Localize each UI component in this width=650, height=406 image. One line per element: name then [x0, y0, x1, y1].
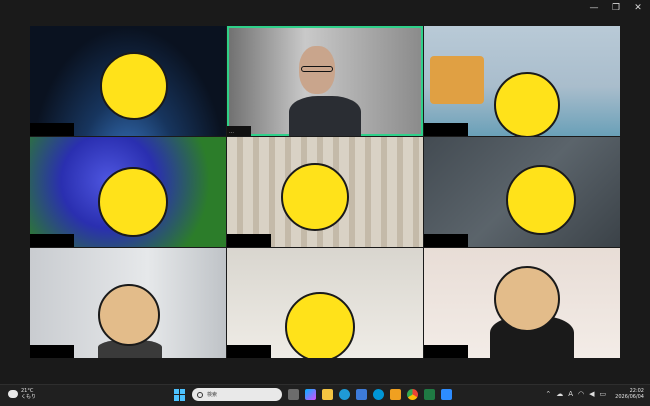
excel-icon[interactable] [424, 389, 435, 400]
search-placeholder: 検索 [207, 392, 218, 398]
copilot-icon[interactable] [305, 389, 316, 400]
smiley-face-overlay [98, 167, 168, 237]
windows-taskbar: 21°C くもり 検索 ⌃ ☁ A ◠ ◀ ▭ 22:02 2026/06/04 [0, 384, 650, 406]
participant-name-bar [30, 345, 74, 358]
start-button[interactable] [174, 388, 186, 401]
video-tile-5[interactable] [227, 137, 423, 247]
window-controls: — ❐ ✕ [586, 2, 646, 14]
smiley-face-overlay [281, 163, 349, 231]
edge-browser-icon[interactable] [339, 389, 350, 400]
participant-name-bar [227, 345, 271, 358]
participant-name-bar [424, 234, 468, 247]
video-tile-8[interactable] [227, 248, 423, 358]
smiley-face-overlay [506, 165, 576, 235]
zoom-icon[interactable] [441, 389, 452, 400]
video-tile-7[interactable] [30, 248, 226, 358]
participant-name-bar [424, 123, 468, 136]
close-button[interactable]: ✕ [630, 2, 646, 14]
participant-video [289, 96, 361, 136]
file-explorer-icon[interactable] [322, 389, 333, 400]
laughing-face-overlay [98, 284, 160, 346]
meeting-window: — ❐ ✕ … [0, 0, 650, 384]
restore-button[interactable]: ❐ [608, 2, 624, 14]
video-tile-active-speaker[interactable]: … [227, 26, 423, 136]
taskbar-center: 検索 [174, 388, 452, 401]
volume-icon[interactable]: ◀ [589, 390, 594, 398]
language-icon[interactable]: A [568, 390, 573, 398]
video-tile-1[interactable] [30, 26, 226, 136]
clock[interactable]: 22:02 2026/06/04 [615, 388, 644, 400]
clock-date: 2026/06/04 [615, 394, 644, 400]
smiley-face-overlay [100, 52, 168, 120]
participant-name-bar [424, 345, 468, 358]
laughing-face-overlay [494, 266, 560, 332]
participant-name-bar [227, 234, 271, 247]
glasses [301, 66, 333, 72]
store-icon[interactable] [356, 389, 367, 400]
video-tile-9[interactable] [424, 248, 620, 358]
cloud-icon [8, 390, 18, 398]
participant-name-bar [30, 123, 74, 136]
onedrive-icon[interactable]: ☁ [556, 390, 563, 398]
mail-icon[interactable] [390, 389, 401, 400]
smiley-face-overlay [494, 72, 560, 136]
video-tile-6[interactable] [424, 137, 620, 247]
smiley-face-overlay [285, 292, 355, 358]
task-view-icon[interactable] [288, 389, 299, 400]
search-icon [197, 391, 203, 398]
chrome-icon[interactable] [407, 389, 418, 400]
search-box[interactable]: 検索 [192, 388, 282, 401]
weather-description: くもり [21, 394, 37, 400]
system-tray: ⌃ ☁ A ◠ ◀ ▭ 22:02 2026/06/04 [545, 388, 644, 400]
minimize-button[interactable]: — [586, 2, 602, 14]
weather-widget[interactable]: 21°C くもり [8, 388, 36, 400]
participant-name-bar: … [227, 126, 251, 136]
video-grid: … [30, 26, 620, 358]
hp-icon[interactable] [373, 389, 384, 400]
video-tile-4[interactable] [30, 137, 226, 247]
wifi-icon[interactable]: ◠ [578, 390, 584, 398]
toy-background [430, 56, 484, 104]
participant-name-bar [30, 234, 74, 247]
video-tile-3[interactable] [424, 26, 620, 136]
battery-icon[interactable]: ▭ [600, 390, 607, 398]
chevron-up-icon[interactable]: ⌃ [545, 390, 551, 398]
